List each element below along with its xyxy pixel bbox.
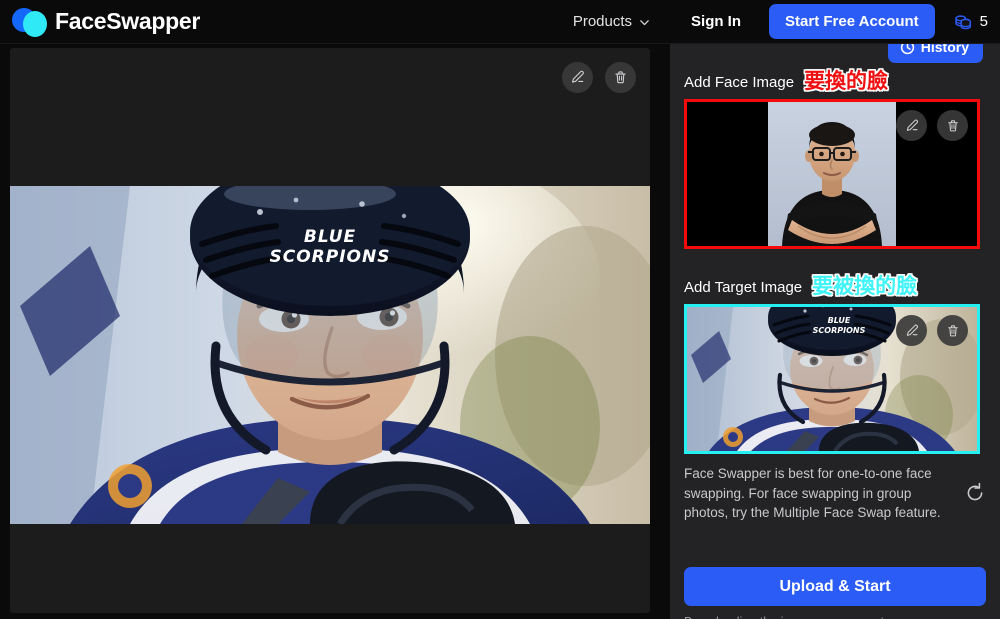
svg-text:SCORPIONS: SCORPIONS — [813, 326, 866, 335]
nav-products-label: Products — [572, 13, 633, 30]
target-image-edit-button[interactable] — [896, 315, 927, 346]
app-header: FaceSwapper Products Sign In Start Free … — [0, 0, 1000, 44]
sign-in-link[interactable]: Sign In — [681, 7, 751, 36]
face-image-annotation: 要換的臉 — [804, 69, 889, 93]
nav-products[interactable]: Products — [563, 7, 659, 36]
brand[interactable]: FaceSwapper — [12, 6, 200, 38]
header-actions: Products Sign In Start Free Account 5 — [563, 0, 1000, 43]
start-free-account-button[interactable]: Start Free Account — [769, 4, 935, 39]
refresh-switch-icon[interactable] — [964, 482, 986, 504]
right-panel: Add Face Image 要換的臉 Add Target Image 要被換… — [670, 44, 1000, 619]
svg-text:SCORPIONS: SCORPIONS — [270, 247, 391, 267]
add-face-image-label: Add Face Image — [684, 74, 795, 91]
two-overlapping-circles-logo-icon — [12, 6, 47, 38]
upload-footnote: By uploading the image, you agree to our — [684, 614, 986, 619]
preview-toolbar — [562, 62, 636, 93]
target-image-annotation: 要被換的臉 — [812, 274, 918, 298]
face-portrait-image — [768, 102, 896, 246]
upload-and-start-button[interactable]: Upload & Start — [684, 567, 986, 606]
brand-name: FaceSwapper — [55, 8, 200, 34]
credits-count: 5 — [979, 13, 988, 30]
face-image-section-header: Add Face Image 要換的臉 — [684, 62, 986, 92]
preview-edit-button[interactable] — [562, 62, 593, 93]
preview-delete-button[interactable] — [605, 62, 636, 93]
face-image-edit-button[interactable] — [896, 110, 927, 141]
target-image-thumbnail[interactable]: BLUE SCORPIONS — [684, 304, 980, 454]
svg-text:BLUE: BLUE — [828, 316, 851, 325]
pencil-icon — [904, 118, 920, 134]
pencil-icon — [569, 69, 586, 86]
trash-icon — [612, 69, 629, 86]
face-image-thumbnail[interactable] — [684, 99, 980, 249]
face-swapper-hint: Face Swapper is best for one-to-one face… — [684, 464, 986, 523]
app-root: FaceSwapper Products Sign In Start Free … — [0, 0, 1000, 619]
face-image-toolbar — [896, 110, 968, 141]
chevron-down-icon — [639, 17, 649, 27]
target-image-delete-button[interactable] — [937, 315, 968, 346]
coins-icon — [953, 12, 973, 32]
trash-icon — [945, 118, 961, 134]
credits-indicator[interactable]: 5 — [953, 12, 988, 32]
trash-icon — [945, 323, 961, 339]
hint-text: Face Swapper is best for one-to-one face… — [684, 466, 941, 521]
face-image-delete-button[interactable] — [937, 110, 968, 141]
target-image-section-header: Add Target Image 要被換的臉 — [684, 267, 986, 297]
svg-text:BLUE: BLUE — [304, 227, 356, 247]
preview-photo: BLUE SCORPIONS — [10, 186, 650, 524]
pencil-icon — [904, 323, 920, 339]
add-target-image-label: Add Target Image — [684, 279, 803, 296]
target-image-toolbar — [896, 315, 968, 346]
